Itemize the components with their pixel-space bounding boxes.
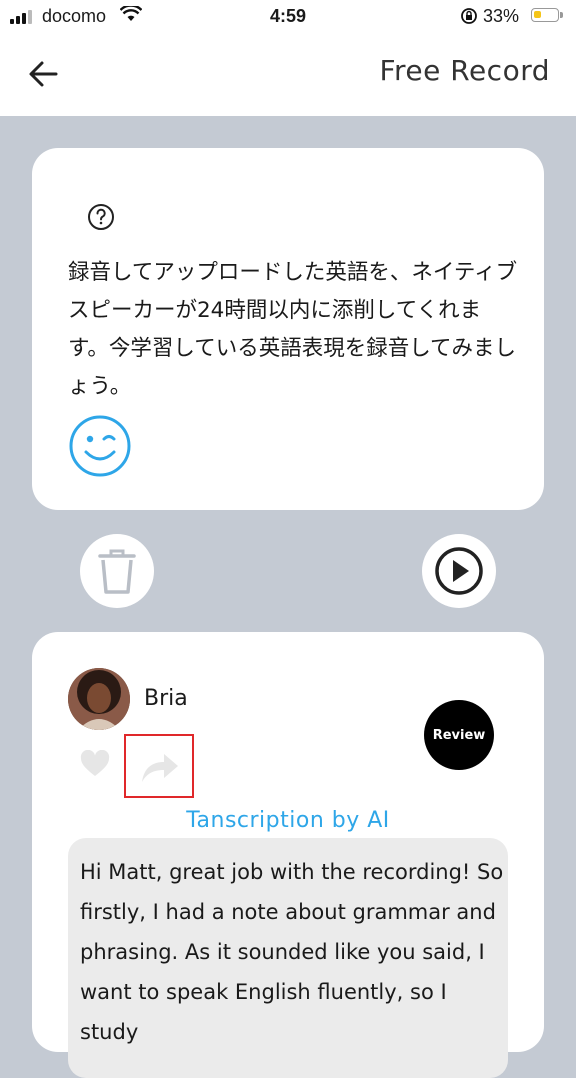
reviewer-avatar: [68, 668, 130, 730]
info-card: 録音してアップロードした英語を、ネイティブスピーカーが24時間以内に添削してくれ…: [32, 148, 544, 510]
page-title: Free Record: [379, 54, 550, 87]
orientation-lock-icon: [461, 8, 477, 24]
transcription-label: Tanscription by AI: [186, 808, 390, 833]
transcript-text: Hi Matt, great job with the recording! S…: [80, 860, 504, 1044]
review-button[interactable]: Review: [424, 700, 494, 770]
battery-icon: [531, 8, 563, 22]
trash-icon: [98, 549, 136, 594]
status-bar: docomo 4:59 33%: [0, 0, 576, 34]
question-circle-icon[interactable]: [84, 200, 118, 234]
wink-face-icon: [69, 415, 131, 477]
reviewer-name: Bria: [144, 686, 188, 711]
navigation-bar: Free Record: [0, 34, 576, 116]
battery-percent: 33%: [483, 6, 520, 26]
heart-icon[interactable]: [80, 750, 110, 778]
share-icon[interactable]: [140, 750, 180, 784]
delete-recording-button[interactable]: [80, 534, 154, 608]
back-arrow-icon[interactable]: [26, 56, 62, 92]
transcript-box: Hi Matt, great job with the recording! S…: [68, 838, 508, 1078]
battery-level-fill: [534, 11, 541, 18]
info-description: 録音してアップロードした英語を、ネイティブスピーカーが24時間以内に添削してくれ…: [68, 260, 518, 399]
play-icon: [435, 547, 483, 595]
play-recording-button[interactable]: [422, 534, 496, 608]
feedback-card: Bria Review Tanscription by AI Hi Matt, …: [32, 632, 544, 1078]
